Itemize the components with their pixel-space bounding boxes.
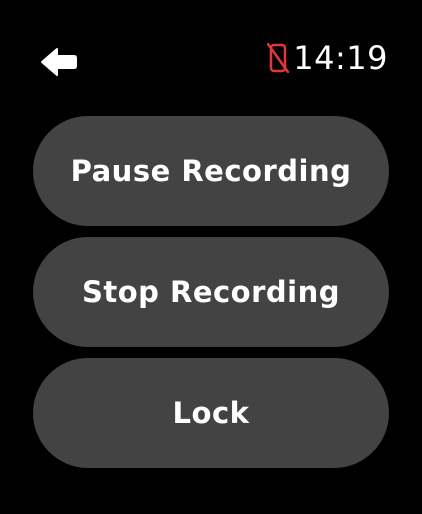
stop-recording-button[interactable]: Stop Recording — [33, 237, 389, 347]
clock-time: 14:19 — [293, 39, 388, 77]
watch-screen: 14:19 Pause Recording Stop Recording Loc… — [0, 0, 422, 514]
back-arrow-icon — [40, 47, 78, 81]
lock-button[interactable]: Lock — [33, 358, 389, 468]
status-bar: 14:19 — [267, 38, 388, 78]
phone-disconnected-icon — [267, 42, 290, 74]
back-button[interactable] — [38, 47, 80, 81]
pause-recording-button[interactable]: Pause Recording — [33, 116, 389, 226]
